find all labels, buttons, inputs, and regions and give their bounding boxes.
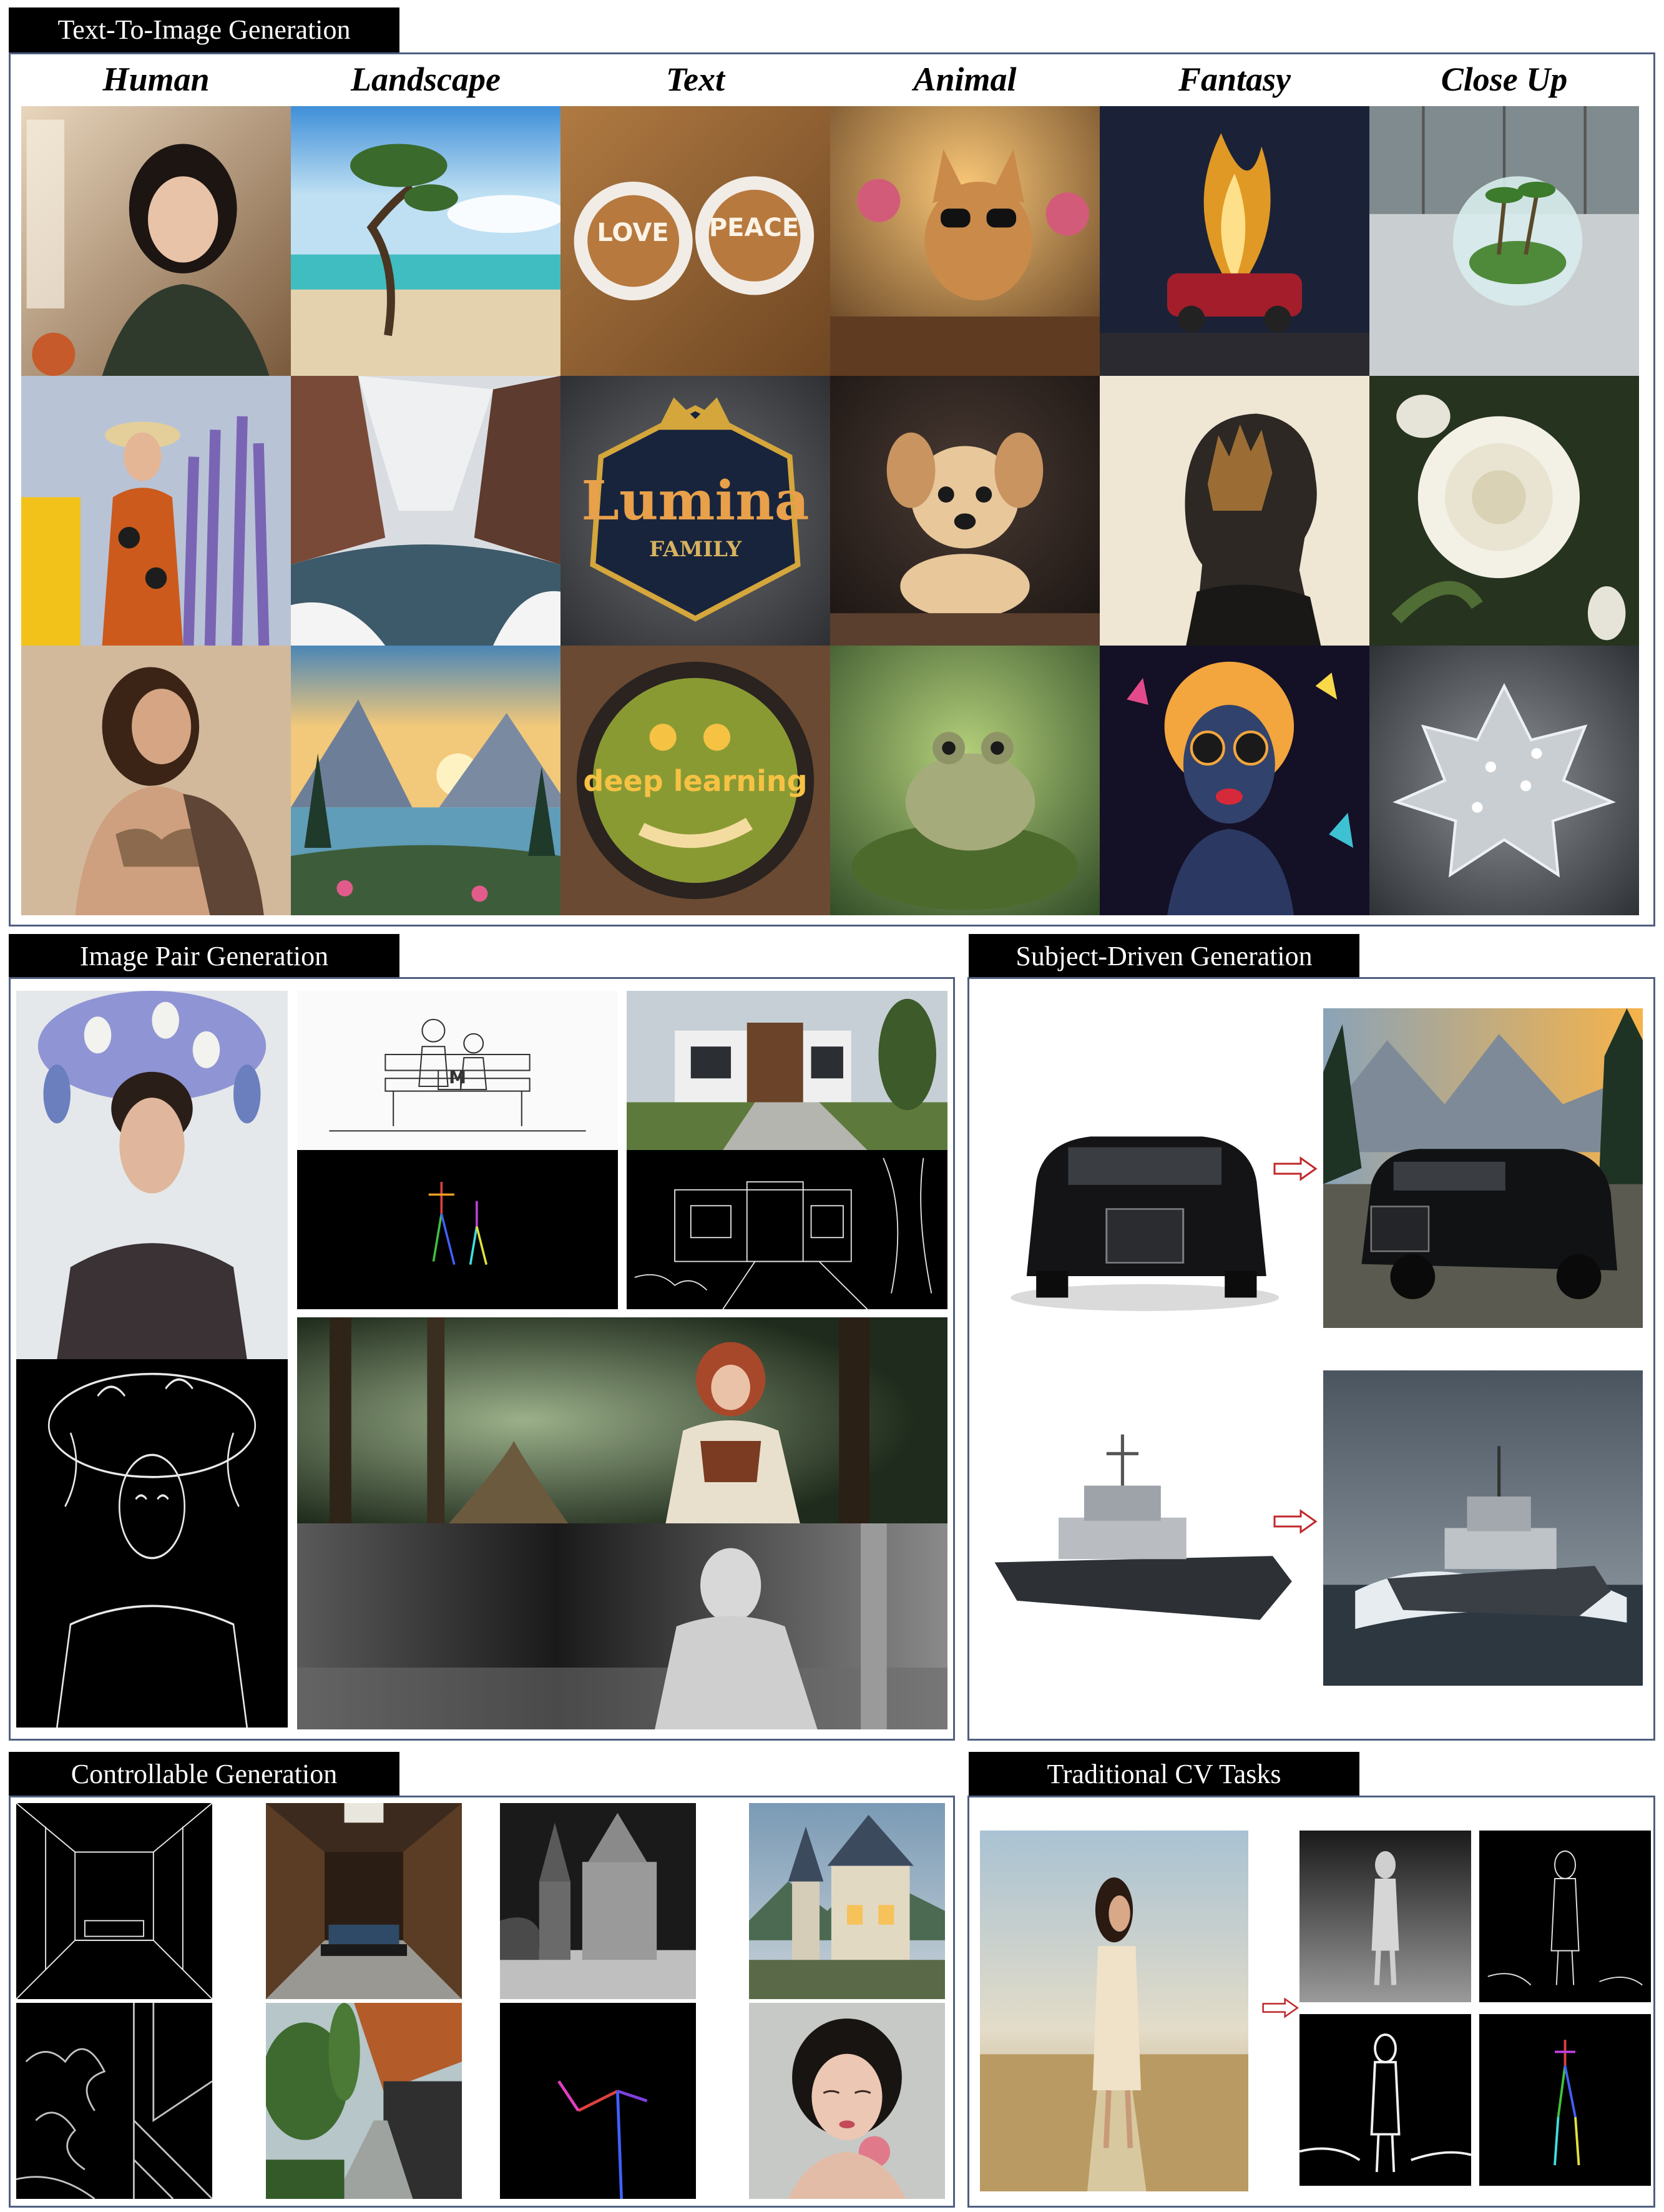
latte-text-peace: PEACE (708, 214, 800, 242)
pair-house-photo (627, 991, 947, 1150)
control-pose-map (500, 2003, 696, 2199)
image-animal-frog (830, 646, 1100, 915)
pair-flower-boy-edges (16, 1359, 288, 1728)
pair-bride-photo (297, 1317, 947, 1523)
category-landscape: Landscape (351, 61, 501, 98)
cv-woman-photo (980, 1831, 1248, 2191)
cv-arrow (1262, 1997, 1299, 2019)
image-fantasy-car (1100, 106, 1369, 376)
control-corridor-photo (266, 2003, 462, 2199)
pair-bench-pose (297, 1150, 618, 1309)
bench-sketch-letter: M (449, 1067, 466, 1088)
image-fantasy-silhouette (1100, 376, 1369, 646)
category-fantasy: Fantasy (1178, 61, 1291, 98)
subject-arrow-ship (1273, 1509, 1318, 1534)
image-landscape-2 (291, 376, 560, 646)
image-closeup-rose (1369, 376, 1639, 646)
subject-car-generated (1323, 1008, 1643, 1328)
cv-pose-skeleton (1479, 2014, 1651, 2186)
section-tag-control: Controllable Generation (9, 1752, 399, 1797)
image-human-1 (21, 106, 291, 376)
image-animal-cat (830, 106, 1100, 376)
image-landscape-1 (291, 106, 560, 376)
emblem-text-lumina: Lumina (581, 469, 810, 533)
section-tag-subject: Subject-Driven Generation (969, 934, 1359, 979)
pair-flower-boy (16, 991, 288, 1359)
subject-ship-reference (979, 1364, 1298, 1684)
image-animal-dog (830, 376, 1100, 646)
control-corridor-hed (16, 2003, 212, 2199)
subject-car-reference (979, 1061, 1298, 1330)
control-portrait-photo (749, 2003, 945, 2199)
category-human: Human (102, 61, 210, 98)
pair-bench-sketch: M (297, 991, 618, 1150)
pair-bride-depth (297, 1523, 947, 1729)
cv-depth-map (1299, 1831, 1471, 2002)
image-fantasy-cosmic-face (1100, 646, 1369, 915)
image-landscape-3 (291, 646, 560, 915)
image-human-3 (21, 646, 291, 915)
image-text-lumina: Lumina FAMILY (560, 376, 830, 646)
section-tag-pair: Image Pair Generation (9, 934, 399, 979)
subject-ship-generated (1323, 1370, 1643, 1686)
control-room-lineart (16, 1803, 212, 1999)
latte-text-love: LOVE (597, 219, 669, 247)
pair-house-edges (627, 1150, 947, 1309)
image-text-coffee: LOVE PEACE (560, 106, 830, 376)
subject-arrow-car (1273, 1156, 1318, 1181)
control-room-photo (266, 1803, 462, 1999)
category-animal: Animal (913, 61, 1017, 98)
cv-canny-edges (1479, 1831, 1651, 2002)
cv-hed-edges (1299, 2014, 1471, 2186)
category-close-up: Close Up (1441, 61, 1568, 98)
control-castle-depth (500, 1803, 696, 1999)
soup-text-deep-learning: deep learning (583, 764, 808, 798)
section-tag-cv: Traditional CV Tasks (969, 1752, 1359, 1797)
section-tag-t2i: Text-To-Image Generation (9, 7, 399, 52)
image-closeup-leaf (1369, 646, 1639, 915)
category-text: Text (666, 61, 725, 98)
image-closeup-globe (1369, 106, 1639, 376)
image-human-2 (21, 376, 291, 646)
emblem-text-family: FAMILY (648, 537, 742, 562)
image-text-soup: deep learning (560, 646, 830, 915)
control-castle-photo (749, 1803, 945, 1999)
